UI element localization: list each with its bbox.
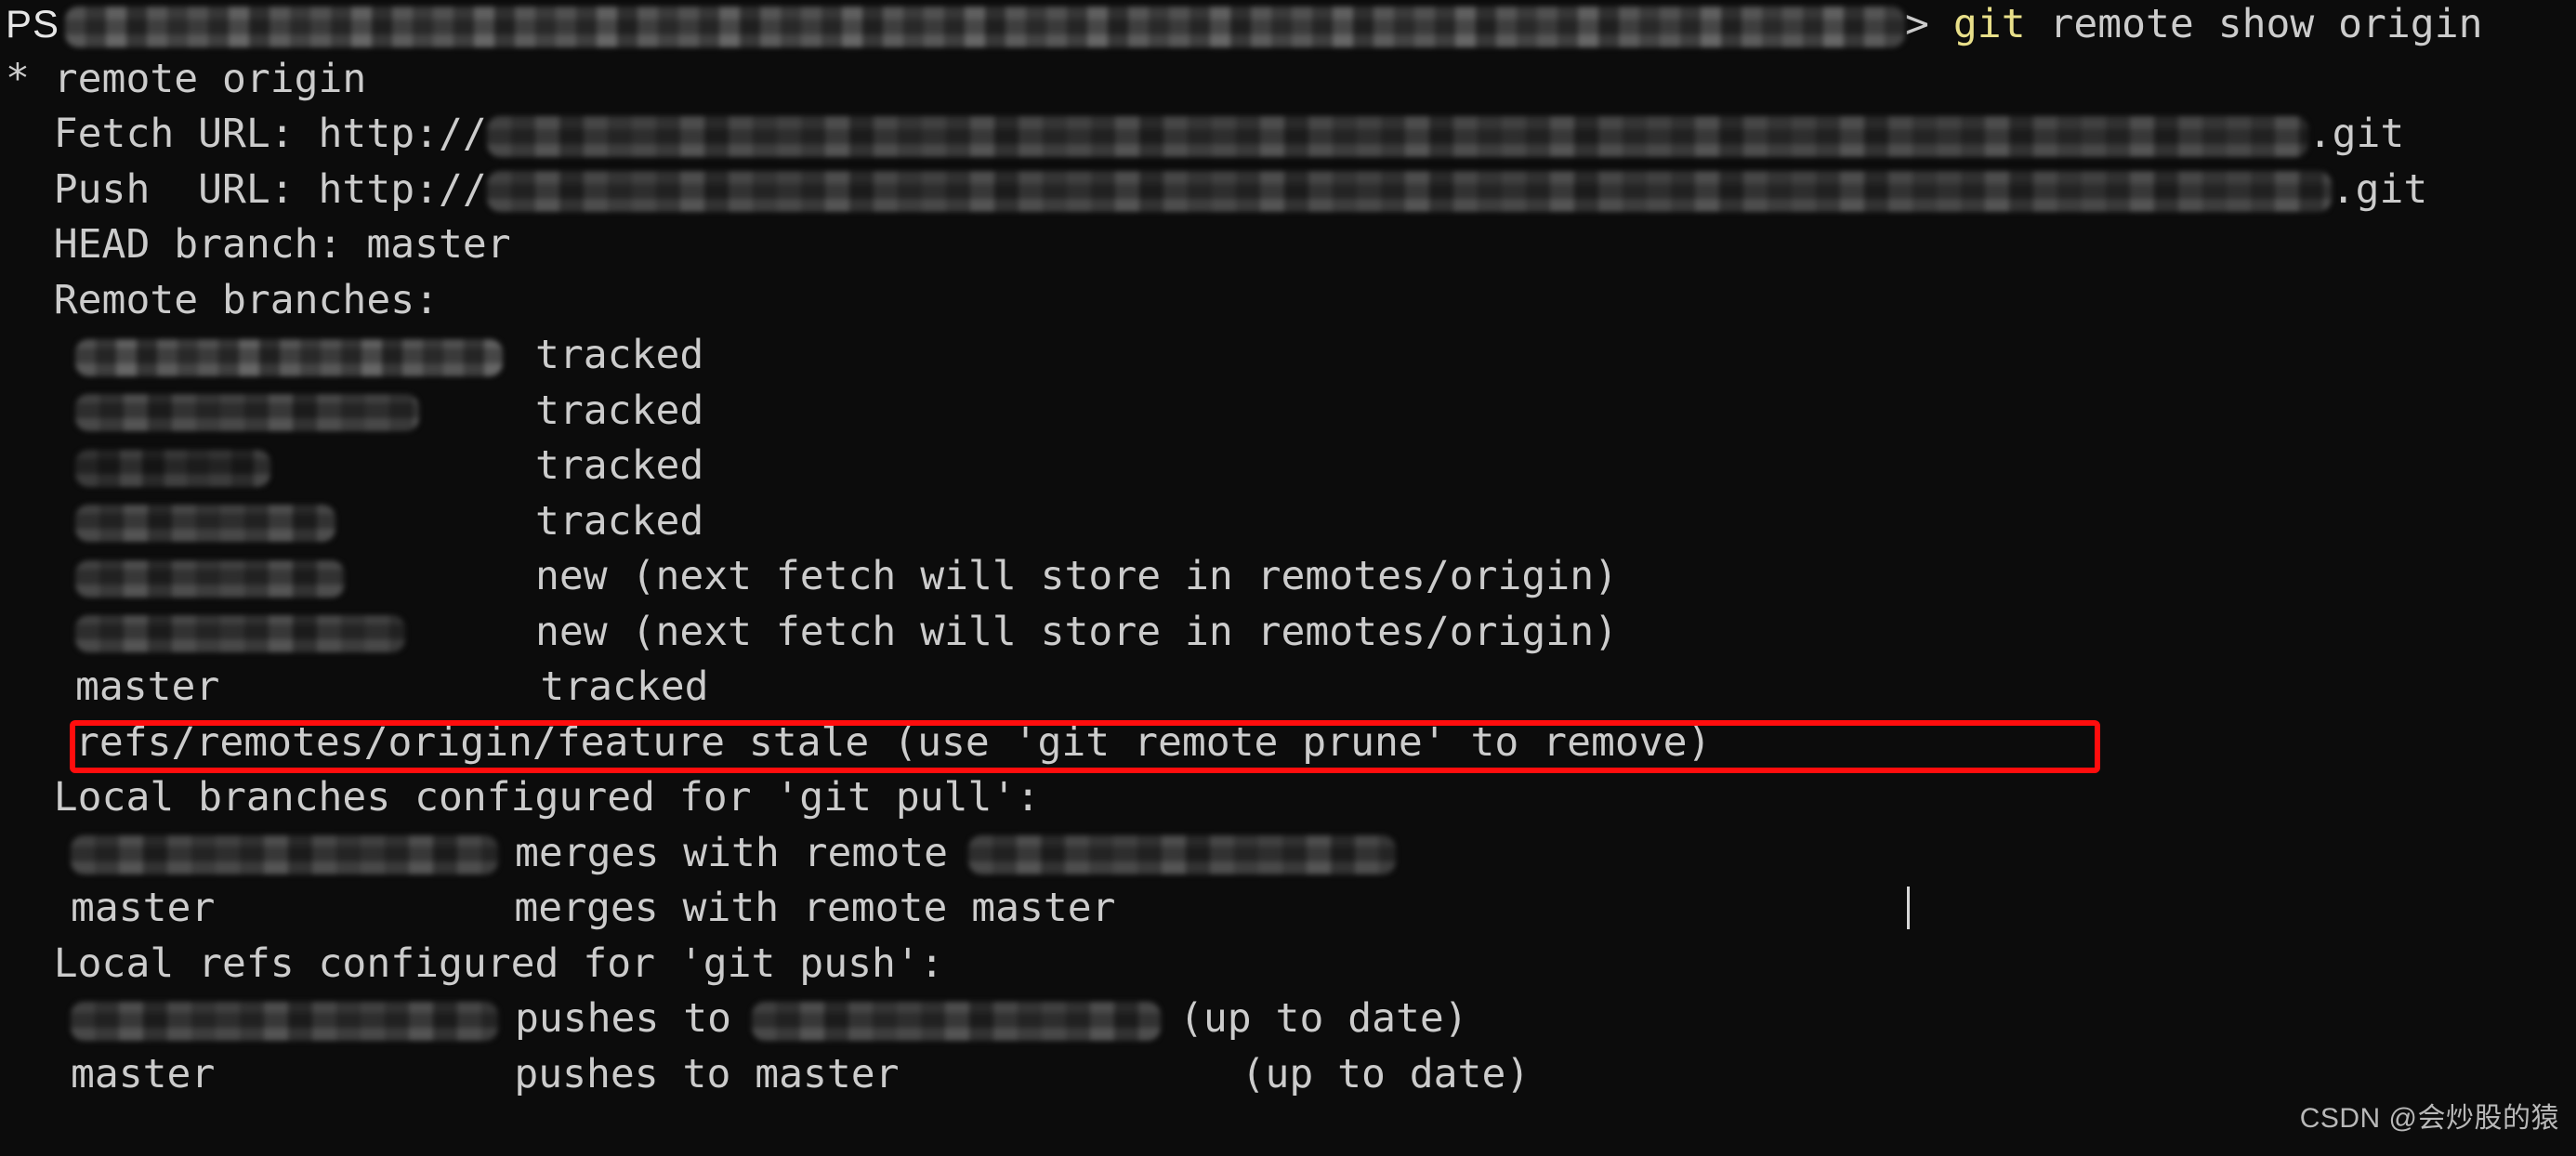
- local-ref-master: master: [71, 1050, 216, 1097]
- pull-config-row: merges with remote: [0, 826, 2576, 882]
- redacted-local-branch: [71, 835, 498, 874]
- head-branch-text: HEAD branch: master: [6, 221, 511, 268]
- remote-branch-row-master: master tracked: [0, 660, 2576, 716]
- branch-status: tracked: [535, 442, 704, 489]
- merges-with-label: merges with remote: [515, 829, 948, 876]
- push-config-row: pushes to (up to date): [0, 992, 2576, 1047]
- remote-origin-header: * remote origin: [0, 52, 2576, 108]
- merges-with-label: merges with remote master: [514, 885, 1116, 931]
- local-push-header: Local refs configured for 'git push':: [0, 937, 2576, 992]
- branch-status: new (next fetch will store in remotes/or…: [535, 608, 1618, 655]
- push-config-row-master: master pushes to master (up to date): [0, 1047, 2576, 1103]
- text-caret: [1907, 887, 1910, 929]
- branch-status: tracked: [535, 387, 704, 434]
- pull-config-row-master: master merges with remote master: [0, 881, 2576, 937]
- redacted-branch-name: [75, 338, 503, 376]
- branch-status: new (next fetch will store in remotes/or…: [535, 553, 1618, 599]
- remote-branch-row: tracked: [0, 439, 2576, 494]
- head-branch-line: HEAD branch: master: [0, 217, 2576, 273]
- redacted-fetch-url: [486, 115, 2308, 157]
- branch-name-master: master: [75, 663, 220, 710]
- local-pull-header-text: Local branches configured for 'git pull'…: [6, 774, 1041, 821]
- local-branch-master: master: [71, 885, 216, 931]
- terminal-window[interactable]: PS > git remote show origin * remote origi…: [0, 0, 2576, 1156]
- fetch-url-line: Fetch URL: http:// .git: [0, 107, 2576, 163]
- redacted-push-target: [752, 1001, 1161, 1041]
- pushes-to-label: pushes to: [515, 995, 731, 1042]
- redacted-push-url: [486, 171, 2332, 212]
- prompt-label: PS: [6, 2, 60, 46]
- push-url-label: Push URL: http://: [6, 165, 487, 213]
- fetch-url-suffix: .git: [2307, 111, 2405, 157]
- push-state: (up to date): [1179, 995, 1468, 1042]
- redacted-branch-name: [75, 449, 270, 487]
- redacted-prompt-path: [65, 6, 1906, 47]
- stale-ref-text: refs/remotes/origin/feature stale (use '…: [75, 718, 1712, 766]
- prompt-symbol: >: [1905, 1, 1929, 47]
- local-push-header-text: Local refs configured for 'git push':: [6, 939, 944, 987]
- branch-status: tracked: [540, 663, 709, 710]
- push-url-suffix: .git: [2331, 165, 2428, 213]
- redacted-branch-name: [75, 394, 419, 431]
- remote-branch-row: tracked: [0, 328, 2576, 384]
- redacted-branch-name: [75, 559, 345, 598]
- redacted-branch-name: [75, 505, 335, 542]
- fetch-url-label: Fetch URL: http://: [6, 111, 487, 157]
- push-url-line: Push URL: http:// .git: [0, 163, 2576, 218]
- pushes-to-label: pushes to master: [514, 1050, 900, 1097]
- local-pull-header: Local branches configured for 'git pull'…: [0, 770, 2576, 826]
- remote-branch-row: new (next fetch will store in remotes/or…: [0, 605, 2576, 661]
- stale-ref-line: refs/remotes/origin/feature stale (use '…: [0, 716, 2576, 771]
- watermark: CSDN @会炒股的猿: [2299, 1103, 2559, 1134]
- branch-status: tracked: [535, 332, 704, 378]
- prompt-line: PS > git remote show origin: [0, 0, 2576, 52]
- branch-status: tracked: [535, 497, 704, 545]
- remote-branch-row: tracked: [0, 494, 2576, 550]
- redacted-local-ref: [71, 1001, 498, 1041]
- command-accent: git: [1952, 1, 2026, 47]
- remote-branches-header: Remote branches:: [0, 273, 2576, 329]
- remote-branch-row: tracked: [0, 384, 2576, 440]
- redacted-branch-name: [75, 615, 405, 652]
- redacted-remote-branch: [968, 835, 1396, 874]
- remote-branch-row: new (next fetch will store in remotes/or…: [0, 549, 2576, 605]
- command-rest: remote show origin: [2025, 1, 2483, 47]
- remote-branches-header-text: Remote branches:: [6, 276, 439, 323]
- push-state: (up to date): [1241, 1050, 1531, 1097]
- remote-origin-header-text: * remote origin: [6, 55, 367, 102]
- bottom-fade: [0, 1143, 2576, 1156]
